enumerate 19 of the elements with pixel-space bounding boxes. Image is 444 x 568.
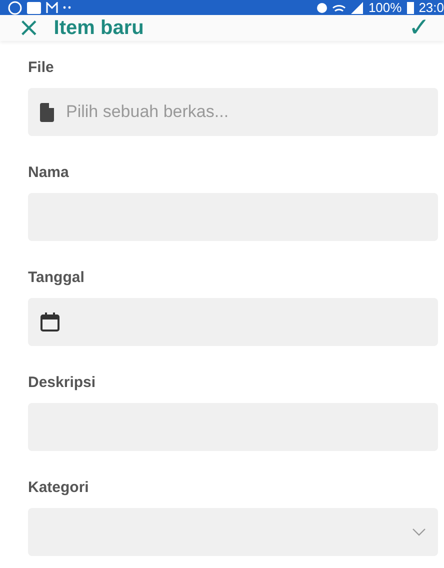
field-label: Kategori [28,479,89,496]
mail-icon [46,2,58,14]
field-label: Nama [28,164,69,181]
page-title: Item baru [54,16,145,40]
file-icon [40,102,54,122]
file-field[interactable]: Pilih sebuah berkas... [28,88,438,136]
field-label: File [28,59,54,76]
date-field[interactable] [28,298,438,346]
confirm-button[interactable]: ✓ [408,15,430,41]
field-label: Tanggal [28,269,84,286]
chevron-down-icon [412,528,426,536]
calendar-icon[interactable] [40,312,60,332]
select-field[interactable] [28,508,438,556]
close-button[interactable]: × [18,15,40,41]
wifi-icon [332,4,346,12]
clock: 23:0 [418,0,444,15]
battery-percentage: 100% [368,0,402,15]
field-label: Deskripsi [28,374,96,391]
file-name-input[interactable]: Pilih sebuah berkas... [64,101,426,123]
